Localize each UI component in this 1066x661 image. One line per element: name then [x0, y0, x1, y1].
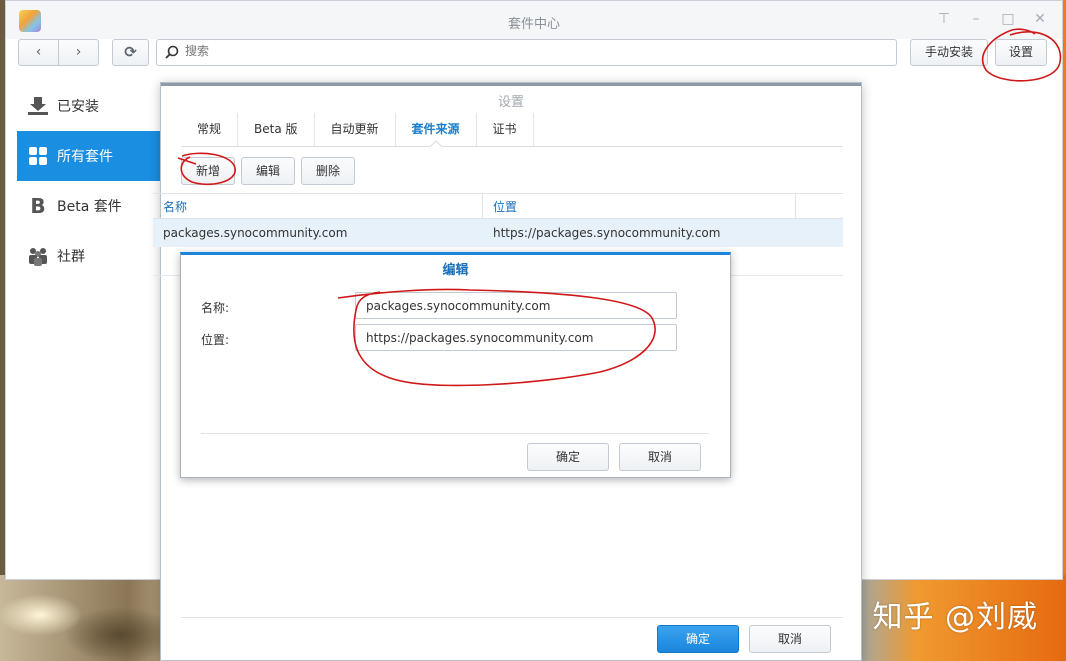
- cell-name: packages.synocommunity.com: [163, 226, 348, 240]
- sidebar-item-all-packages[interactable]: 所有套件: [17, 131, 163, 181]
- settings-footer-divider: [181, 617, 843, 618]
- refresh-button[interactable]: ⟳: [112, 39, 149, 66]
- sidebar-item-community[interactable]: 社群: [17, 231, 163, 281]
- sidebar: 已安装 所有套件 B Beta 套件 社群: [17, 81, 163, 281]
- close-icon[interactable]: ✕: [1032, 11, 1048, 27]
- settings-cancel-button[interactable]: 取消: [749, 625, 831, 653]
- beta-icon: B: [30, 194, 46, 218]
- edit-dialog: 编辑 名称: 位置: 确定 取消: [180, 252, 731, 478]
- settings-dialog-title: 设置: [161, 83, 861, 117]
- search-box[interactable]: [156, 39, 897, 66]
- source-action-bar: 新增 编辑 删除: [181, 157, 356, 185]
- sidebar-item-label: 所有套件: [57, 149, 113, 165]
- sidebar-item-beta[interactable]: B Beta 套件: [17, 181, 163, 231]
- tab-beta[interactable]: Beta 版: [238, 113, 315, 146]
- maximize-icon[interactable]: □: [1000, 11, 1016, 27]
- watermark: 知乎 @刘威: [872, 600, 1038, 635]
- window-controls: ⊤ – □ ✕: [936, 11, 1048, 27]
- manual-install-button[interactable]: 手动安装: [910, 39, 988, 66]
- edit-cancel-button[interactable]: 取消: [619, 443, 701, 471]
- back-button[interactable]: ‹: [19, 40, 58, 65]
- tab-auto-update[interactable]: 自动更新: [315, 113, 396, 146]
- edit-ok-button[interactable]: 确定: [527, 443, 609, 471]
- location-label: 位置:: [201, 333, 230, 347]
- column-header-location[interactable]: 位置: [483, 194, 795, 218]
- edit-footer-divider: [201, 433, 709, 434]
- forward-button[interactable]: ›: [58, 40, 98, 65]
- title-bar: 套件中心 ⊤ – □ ✕: [6, 1, 1062, 39]
- minimize-icon[interactable]: –: [968, 11, 984, 27]
- edit-dialog-title: 编辑: [442, 263, 469, 278]
- window-title: 套件中心: [507, 17, 560, 32]
- sidebar-item-label: 已安装: [57, 99, 99, 115]
- edit-source-button[interactable]: 编辑: [241, 157, 296, 185]
- table-header: 名称 位置: [153, 193, 843, 219]
- grid-icon: [27, 145, 49, 167]
- sidebar-item-label: Beta 套件: [57, 199, 122, 215]
- toolbar: ‹ › ⟳ 手动安装 设置: [6, 39, 1062, 71]
- download-icon: [27, 95, 49, 117]
- tab-general[interactable]: 常规: [181, 113, 239, 146]
- column-header-name[interactable]: 名称: [153, 194, 483, 218]
- tab-package-sources[interactable]: 套件来源: [396, 113, 477, 146]
- community-icon: [27, 245, 49, 267]
- settings-button[interactable]: 设置: [995, 39, 1047, 66]
- search-icon: [165, 45, 179, 59]
- name-field[interactable]: [355, 292, 677, 319]
- delete-source-button[interactable]: 删除: [301, 157, 356, 185]
- search-input[interactable]: [185, 44, 785, 58]
- settings-tabs: 常规 Beta 版 自动更新 套件来源 证书: [181, 113, 843, 147]
- cell-location: https://packages.synocommunity.com: [493, 226, 721, 240]
- settings-ok-button[interactable]: 确定: [657, 625, 739, 653]
- tab-certificate[interactable]: 证书: [477, 113, 534, 146]
- pin-icon[interactable]: ⊤: [936, 11, 952, 27]
- name-label: 名称:: [201, 301, 230, 315]
- nav-button-group: ‹ ›: [18, 39, 99, 66]
- source-table: 名称 位置 packages.synocommunity.com https:/…: [153, 193, 843, 276]
- add-source-button[interactable]: 新增: [181, 157, 236, 185]
- table-row[interactable]: packages.synocommunity.com https://packa…: [153, 219, 843, 247]
- location-field[interactable]: [355, 324, 677, 351]
- sidebar-item-label: 社群: [57, 249, 85, 265]
- sidebar-item-installed[interactable]: 已安装: [17, 81, 163, 131]
- column-header-spacer: [795, 194, 813, 218]
